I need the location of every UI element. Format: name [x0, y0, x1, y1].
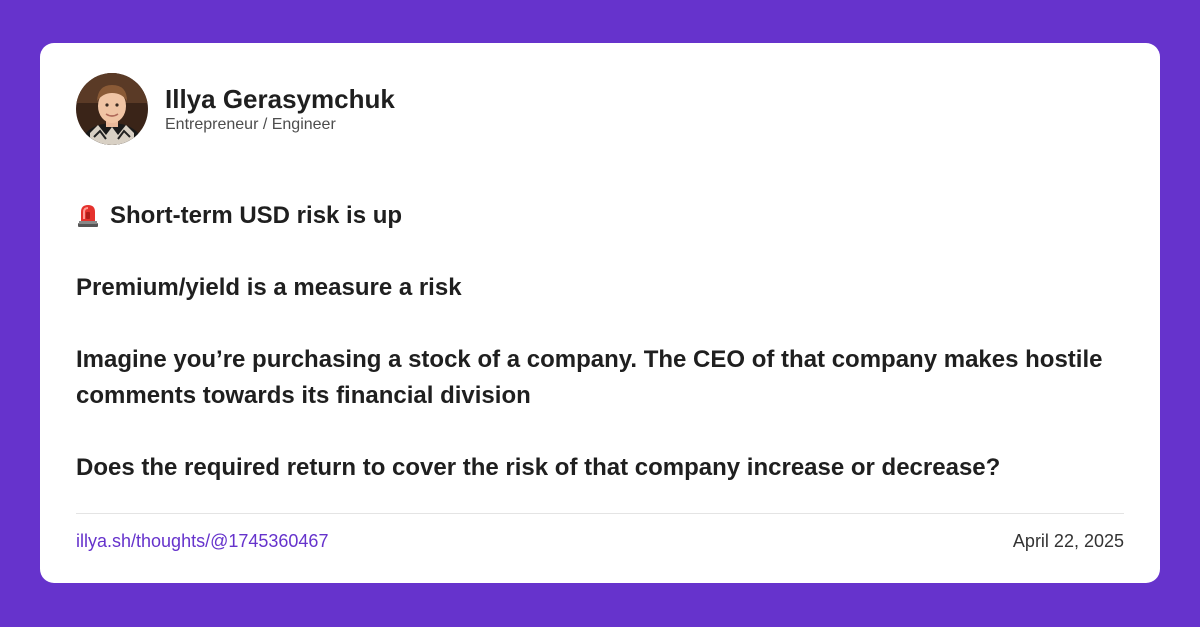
post-permalink[interactable]: illya.sh/thoughts/@1745360467 [76, 530, 328, 552]
avatar [76, 73, 148, 145]
siren-icon [76, 202, 100, 228]
headline-text: Short-term USD risk is up [110, 202, 403, 229]
author-name: Illya Gerasymchuk [165, 83, 395, 114]
post-headline: Short-term USD risk is up [76, 198, 1116, 234]
paragraph-1: Premium/yield is a measure a risk [76, 274, 462, 301]
footer-divider [76, 513, 1124, 514]
post-card: Illya Gerasymchuk Entrepreneur / Enginee… [40, 43, 1160, 583]
author-header: Illya Gerasymchuk Entrepreneur / Enginee… [76, 73, 395, 145]
post-body: Short-term USD risk is up Premium/yield … [76, 198, 1116, 486]
author-role: Entrepreneur / Engineer [165, 115, 336, 133]
paragraph-2: Imagine you’re purchasing a stock of a c… [76, 346, 1103, 409]
post-date: April 22, 2025 [1012, 531, 1124, 551]
paragraph-3: Does the required return to cover the ri… [76, 454, 1001, 481]
